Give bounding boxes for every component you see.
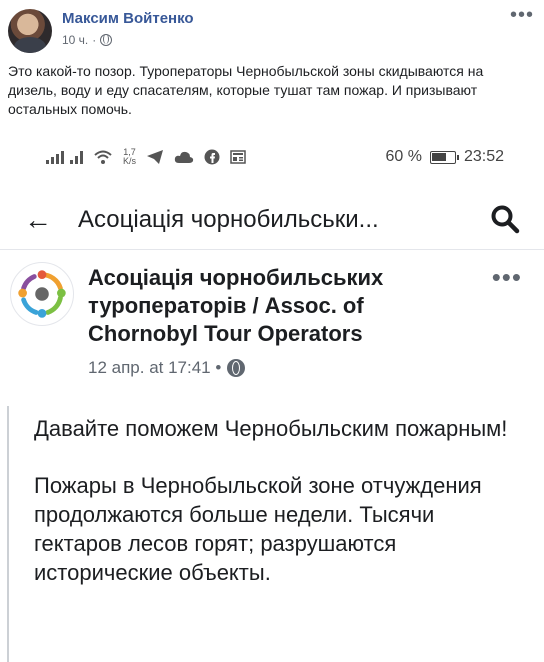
signal-icon <box>46 150 83 164</box>
author-avatar[interactable] <box>8 9 52 53</box>
wifi-icon <box>94 150 112 164</box>
page-logo[interactable] <box>10 262 74 326</box>
more-icon[interactable]: ••• <box>492 262 522 293</box>
network-speed: 1,7 K/s <box>123 147 137 166</box>
search-icon[interactable] <box>490 204 520 234</box>
page-post-date[interactable]: 12 апр. at 17:41 • <box>88 358 221 378</box>
clock: 23:52 <box>463 148 504 165</box>
back-arrow-icon[interactable]: ← <box>24 204 52 236</box>
status-bar: 1,7 K/s 60 % 23:52 <box>0 138 544 178</box>
battery-icon <box>429 150 459 164</box>
post-header: Максим Войтенко 10 ч. · ••• <box>0 0 544 60</box>
quote-bar <box>7 406 9 662</box>
search-title[interactable]: Асоціація чорнобильськи... <box>78 206 379 234</box>
paragraph: Давайте поможем Чернобыльским пожарным! <box>34 416 508 441</box>
telegram-icon <box>147 150 164 164</box>
globe-icon <box>100 34 113 46</box>
search-bar: ← Асоціація чорнобильськи... <box>0 190 544 250</box>
post-time[interactable]: 10 ч. <box>62 33 88 47</box>
page-post-text: Давайте поможем Чернобыльским пожарным! … <box>34 414 514 615</box>
cloud-icon <box>174 151 194 163</box>
battery-percent: 60 % <box>385 148 422 165</box>
post-meta: 10 ч. · <box>62 33 113 47</box>
author-name[interactable]: Максим Войтенко <box>62 10 194 27</box>
embedded-screenshot: 1,7 K/s 60 % 23:52 ← Асоціація чорнобиль… <box>0 138 544 662</box>
page-name[interactable]: Асоціація чорнобильських туроператорів /… <box>88 264 448 348</box>
paragraph: Пожары в Чернобыльской зоне отчуждения п… <box>34 473 482 585</box>
post-text: Это какой-то позор. Туроператоры Чернобы… <box>8 63 484 117</box>
more-icon[interactable]: ••• <box>510 4 534 27</box>
news-icon <box>230 150 246 164</box>
page-post-meta: 12 апр. at 17:41 • <box>88 358 246 378</box>
globe-icon <box>227 359 246 377</box>
facebook-icon <box>204 149 220 165</box>
